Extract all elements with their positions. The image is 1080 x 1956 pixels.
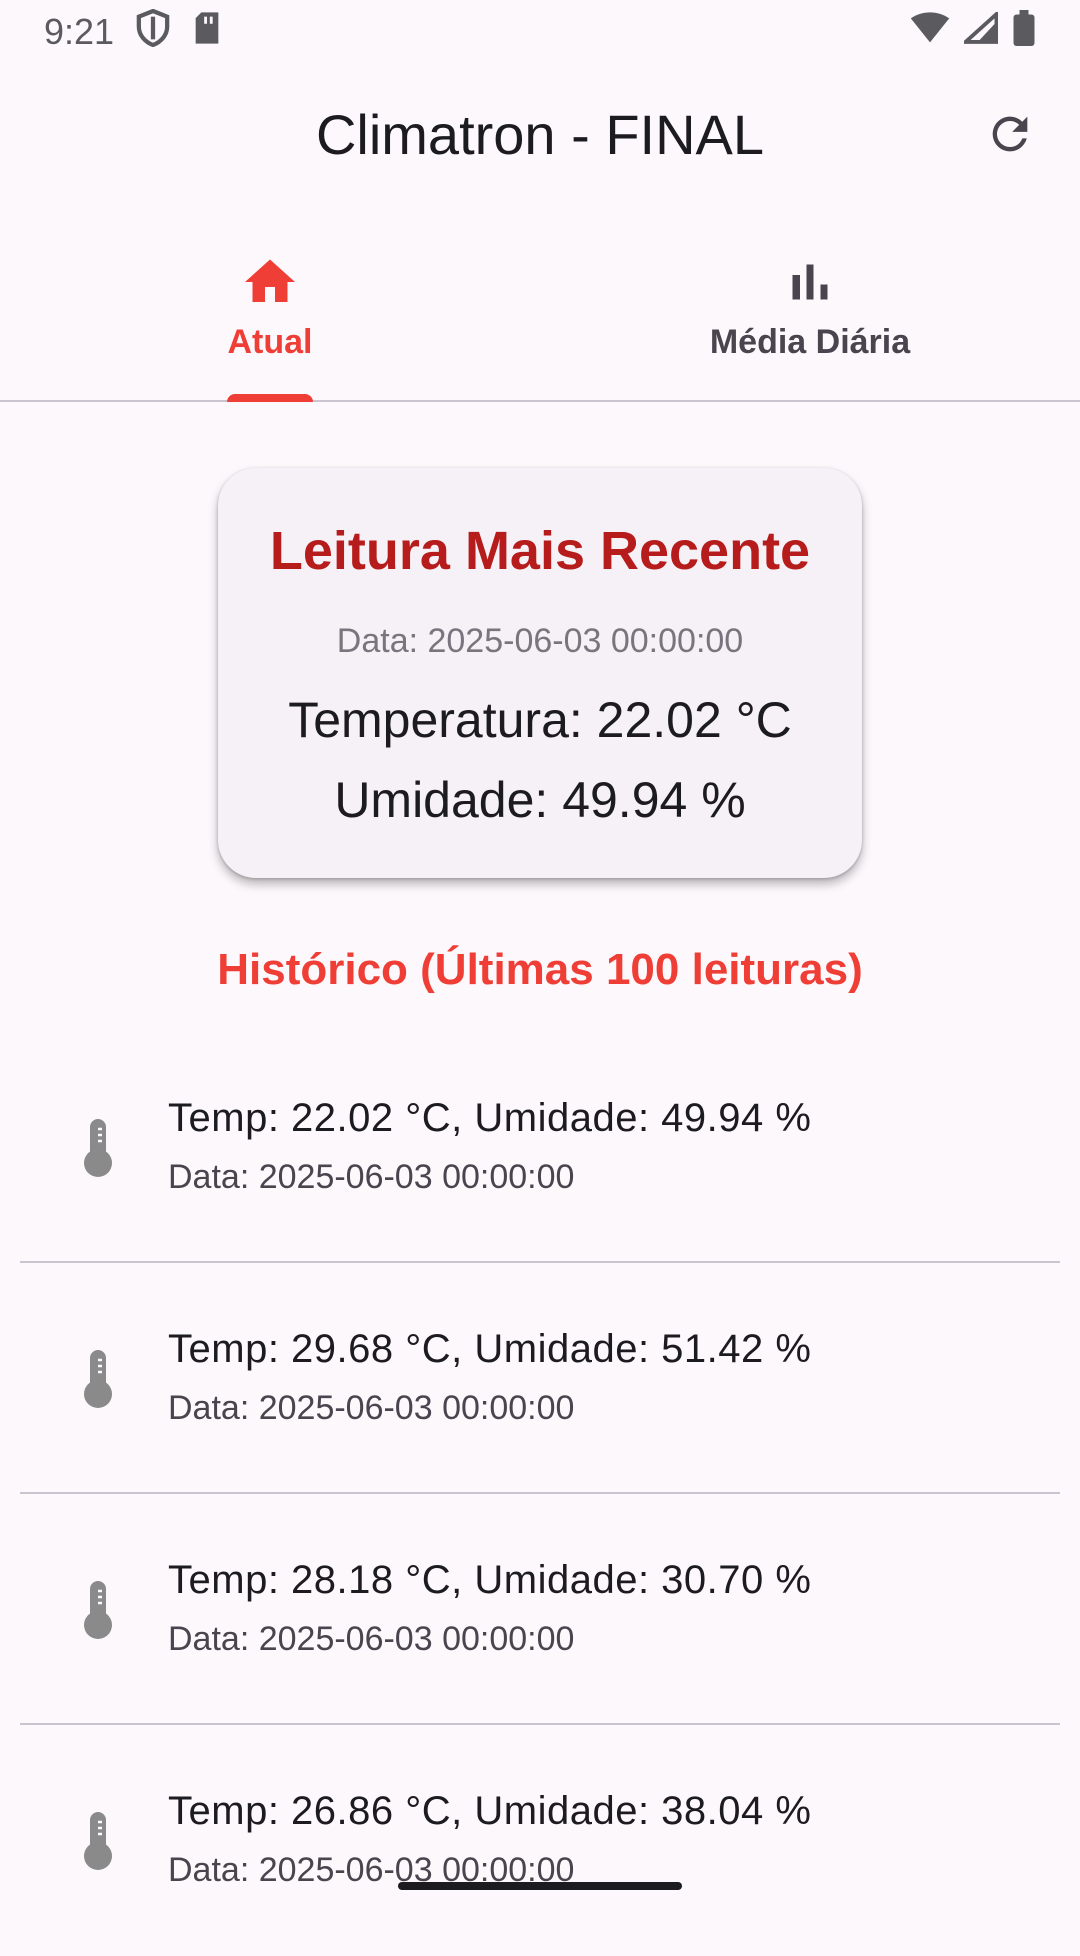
thermometer-icon	[78, 1810, 118, 1870]
wifi-icon	[910, 11, 950, 53]
bar-chart-icon	[780, 252, 840, 317]
app-bar: Climatron - FINAL	[0, 64, 1080, 204]
list-item-primary: Temp: 22.02 °C, Umidade: 49.94 %	[168, 1096, 812, 1140]
history-title: Histórico (Últimas 100 leituras)	[217, 945, 863, 994]
latest-reading-date: Data: 2025-06-03 00:00:00	[336, 622, 744, 660]
list-item-secondary: Data: 2025-06-03 00:00:00	[168, 1158, 575, 1196]
list-item-primary: Temp: 29.68 °C, Umidade: 51.42 %	[168, 1327, 812, 1371]
battery-icon	[1012, 9, 1036, 55]
sd-card-icon	[192, 11, 222, 54]
tab-media-diaria[interactable]: Média Diária	[540, 228, 1080, 400]
list-item[interactable]: Temp: 22.02 °C, Umidade: 49.94 % Data: 2…	[20, 1032, 1060, 1263]
tab-bar: Atual Média Diária	[0, 228, 1080, 402]
gesture-nav-handle[interactable]	[398, 1882, 682, 1890]
shield-icon	[136, 8, 170, 56]
refresh-icon	[992, 116, 1028, 152]
list-item[interactable]: Temp: 26.86 °C, Umidade: 38.04 % Data: 2…	[20, 1725, 1060, 1956]
tab-atual[interactable]: Atual	[0, 228, 540, 402]
cell-signal-icon	[960, 9, 999, 53]
thermometer-icon	[78, 1579, 118, 1639]
history-list: Temp: 22.02 °C, Umidade: 49.94 % Data: 2…	[0, 1032, 1080, 1956]
app-title: Climatron - FINAL	[315, 102, 765, 166]
list-item[interactable]: Temp: 28.18 °C, Umidade: 30.70 % Data: 2…	[20, 1494, 1060, 1725]
home-icon	[240, 252, 300, 317]
thermometer-icon	[78, 1348, 118, 1408]
list-item-secondary: Data: 2025-06-03 00:00:00	[168, 1620, 575, 1658]
refresh-button[interactable]	[974, 98, 1046, 170]
thermometer-icon	[78, 1117, 118, 1177]
tab-label-media-diaria: Média Diária	[709, 323, 911, 361]
status-bar: 9:21	[0, 0, 1080, 64]
latest-reading-card: Leitura Mais Recente Data: 2025-06-03 00…	[218, 468, 862, 878]
list-item-secondary: Data: 2025-06-03 00:00:00	[168, 1389, 575, 1427]
tab-label-atual: Atual	[227, 323, 313, 361]
list-item-primary: Temp: 28.18 °C, Umidade: 30.70 %	[168, 1558, 812, 1602]
latest-temperature: Temperatura: 22.02 °C	[288, 692, 792, 748]
tab-indicator	[227, 394, 313, 402]
latest-reading-title: Leitura Mais Recente	[269, 521, 811, 581]
status-time: 9:21	[44, 11, 115, 52]
latest-humidity: Umidade: 49.94 %	[334, 772, 746, 828]
list-item[interactable]: Temp: 29.68 °C, Umidade: 51.42 % Data: 2…	[20, 1263, 1060, 1494]
list-item-primary: Temp: 26.86 °C, Umidade: 38.04 %	[168, 1789, 812, 1833]
